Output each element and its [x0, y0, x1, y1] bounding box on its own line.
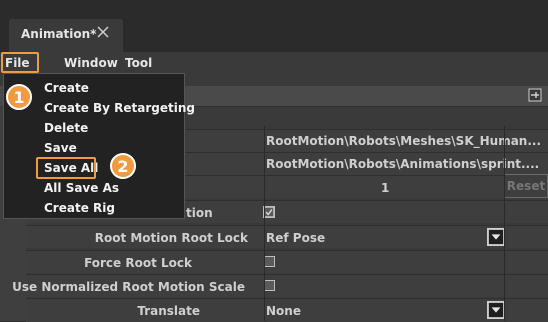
use-scale-label: Use Normalized Root Motion Scale [12, 280, 245, 294]
menu-bar: File Window Tool [0, 52, 548, 74]
tab-bar: Animation* [0, 0, 548, 52]
tab-title: Animation* [21, 27, 97, 41]
tab-animation[interactable]: Animation* [9, 19, 123, 52]
partial-label: tion [186, 206, 213, 220]
step-badge-2: 2 [110, 153, 136, 179]
table-row: Use Normalized Root Motion Scale [12, 274, 548, 297]
table-row: Root Motion Root Lock Ref Pose [26, 225, 548, 248]
dropdown-arrow-icon[interactable] [487, 301, 505, 319]
translate-value[interactable]: None [266, 304, 301, 318]
menu-item-delete[interactable]: Delete [44, 121, 88, 135]
menu-item-all-save-as[interactable]: All Save As [44, 181, 119, 195]
force-root-lock-label: Force Root Lock [84, 256, 192, 270]
file-highlight-box [1, 52, 39, 73]
column-divider [264, 126, 265, 321]
root-lock-value[interactable]: Ref Pose [266, 231, 325, 245]
menu-window[interactable]: Window [64, 56, 118, 70]
column-divider [504, 126, 505, 321]
table-row: Translate None [26, 298, 548, 322]
menu-item-create-rig[interactable]: Create Rig [44, 201, 115, 215]
dropdown-arrow-icon[interactable] [487, 228, 505, 246]
step-badge-1: 1 [6, 84, 32, 110]
menu-tool[interactable]: Tool [125, 56, 152, 70]
reset-button[interactable]: Reset [504, 174, 548, 198]
animation-path-value[interactable]: RootMotion\Robots\Animations\sprint.... [266, 157, 539, 171]
count-value[interactable]: 1 [381, 181, 389, 195]
translate-label: Translate [137, 304, 200, 318]
table-row: Force Root Lock [26, 250, 548, 273]
menu-item-create-by-retargeting[interactable]: Create By Retargeting [44, 101, 195, 115]
save-all-highlight-box [36, 157, 96, 179]
menu-item-save[interactable]: Save [44, 141, 77, 155]
force-root-lock-checkbox[interactable] [264, 256, 275, 267]
close-icon[interactable] [95, 24, 111, 40]
pin-icon[interactable] [528, 88, 542, 102]
root-lock-label: Root Motion Root Lock [94, 231, 248, 245]
use-scale-checkbox[interactable] [264, 280, 275, 291]
menu-item-create[interactable]: Create [44, 81, 89, 95]
mesh-path-value[interactable]: RootMotion\Robots\Meshes\SK_Human... [266, 134, 541, 148]
